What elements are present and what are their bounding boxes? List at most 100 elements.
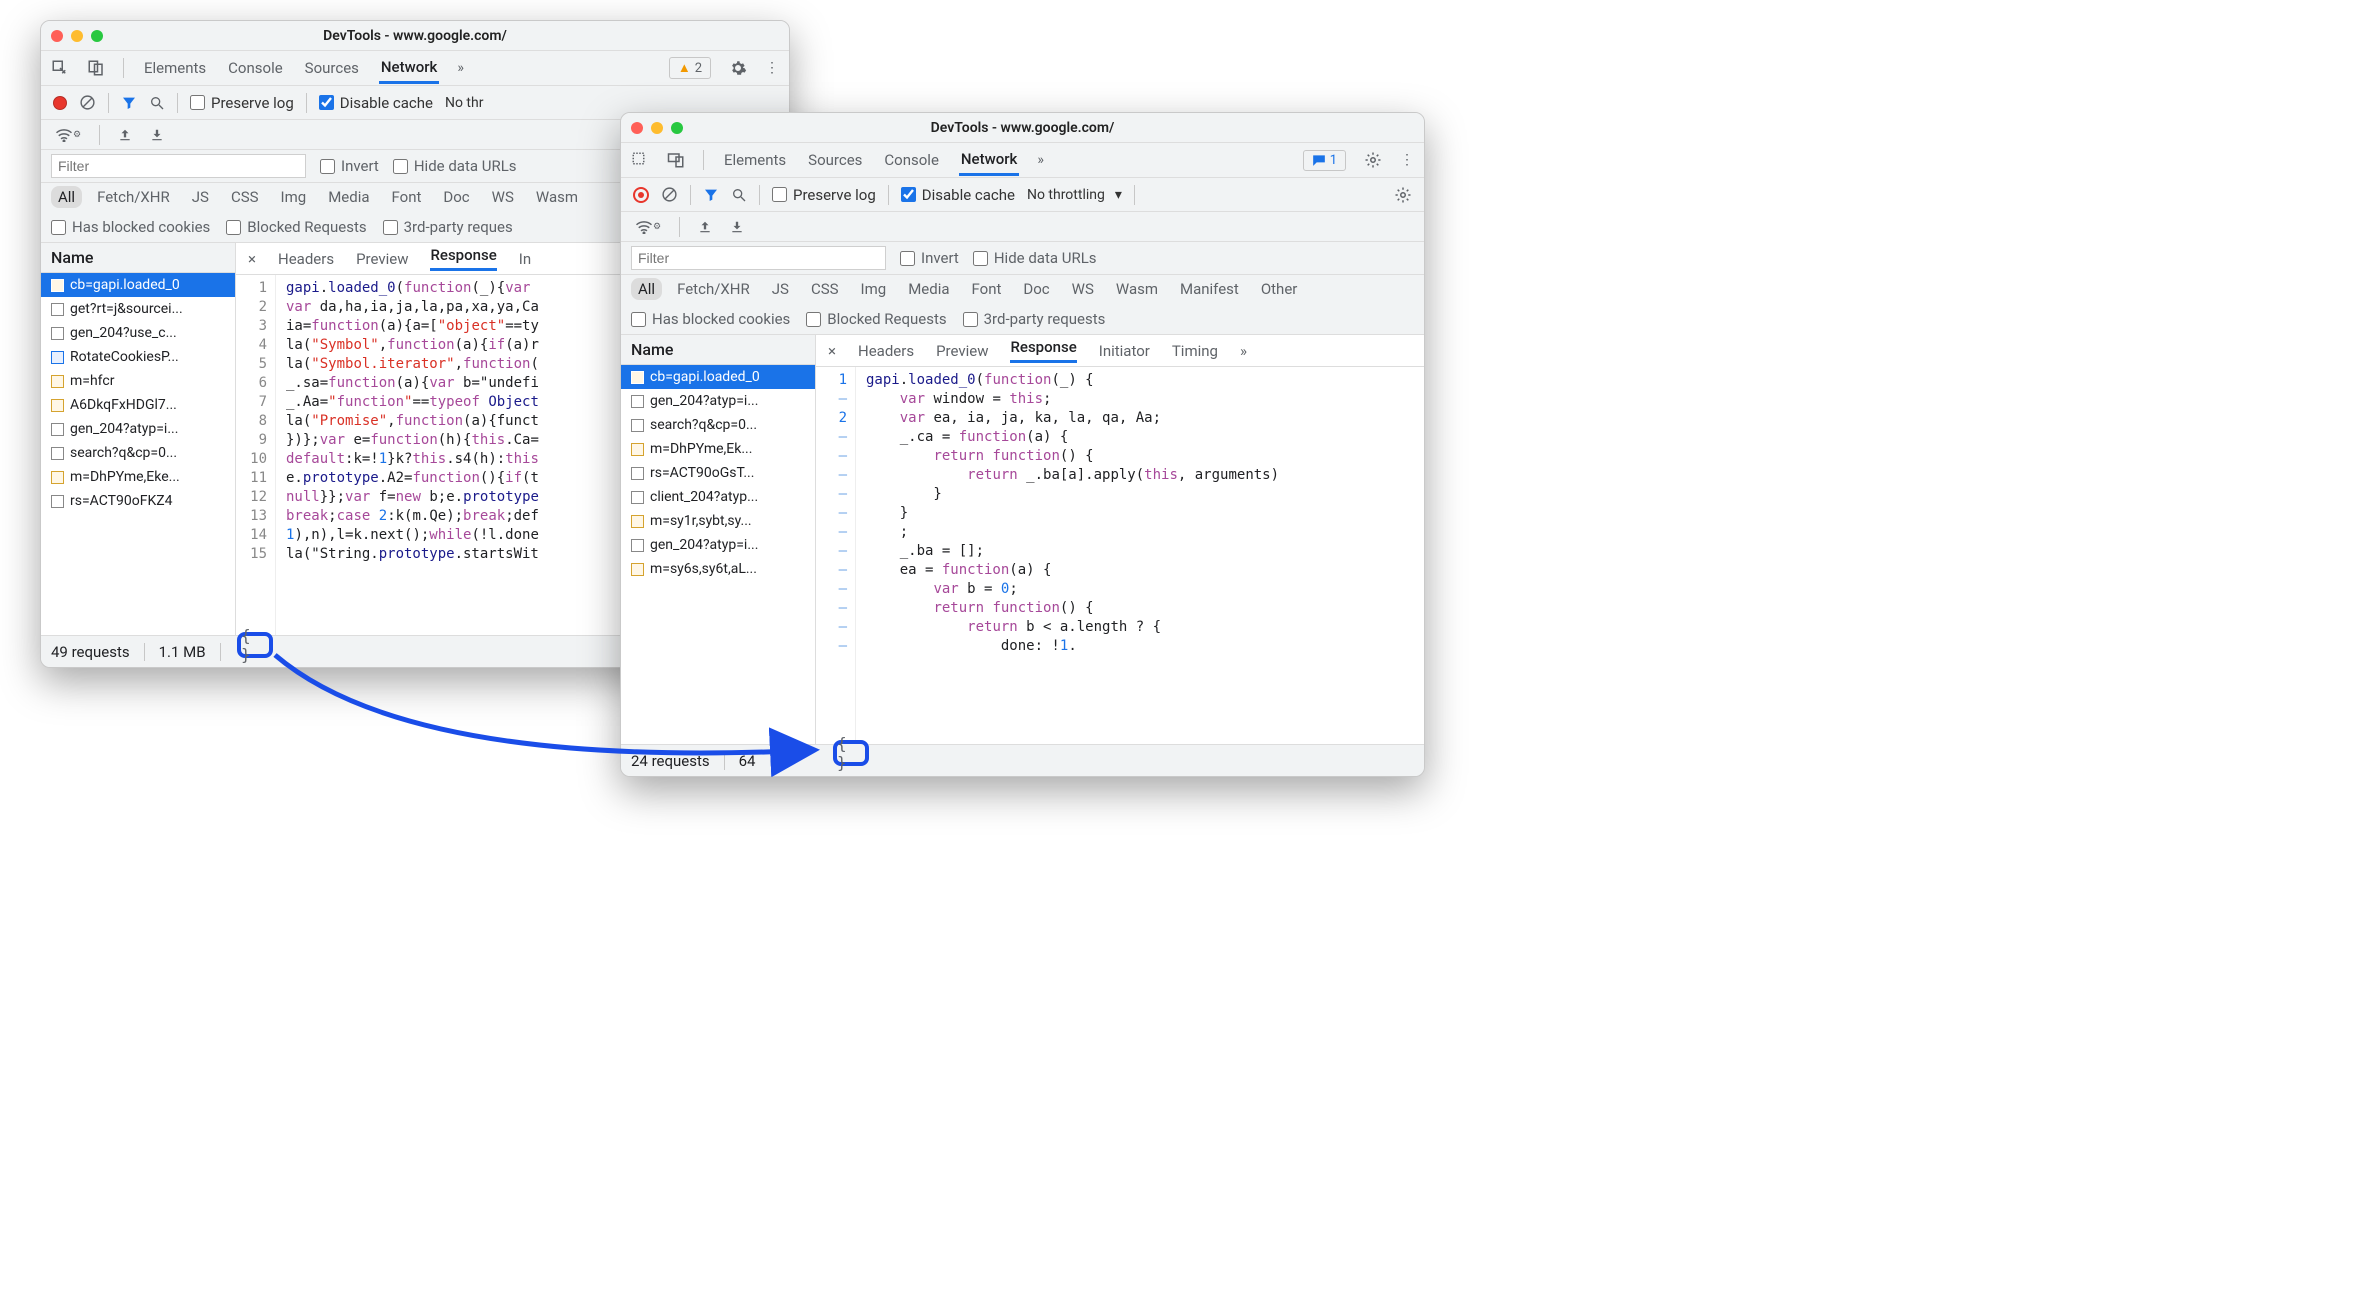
type-fetchxhr[interactable]: Fetch/XHR	[670, 278, 757, 300]
request-row[interactable]: search?q&cp=0...	[621, 413, 815, 437]
name-header[interactable]: Name	[41, 243, 235, 273]
type-wasm[interactable]: Wasm	[529, 186, 585, 208]
tab-initiator[interactable]: In	[519, 250, 531, 268]
preserve-log-checkbox[interactable]: Preserve log	[772, 186, 876, 204]
type-manifest[interactable]: Manifest	[1173, 278, 1246, 300]
clear-icon[interactable]	[79, 94, 96, 111]
close-icon[interactable]: ×	[828, 342, 836, 360]
invert-checkbox[interactable]: Invert	[320, 157, 379, 175]
type-other[interactable]: Other	[1254, 278, 1305, 300]
type-img[interactable]: Img	[854, 278, 894, 300]
type-fetchxhr[interactable]: Fetch/XHR	[90, 186, 177, 208]
tab-elements[interactable]: Elements	[722, 146, 788, 174]
request-row[interactable]: search?q&cp=0...	[41, 441, 235, 465]
type-media[interactable]: Media	[901, 278, 956, 300]
request-row[interactable]: gen_204?atyp=i...	[621, 533, 815, 557]
request-row[interactable]: get?rt=j&sourcei...	[41, 297, 235, 321]
pretty-print-button[interactable]: { }	[833, 740, 869, 766]
name-header[interactable]: Name	[621, 335, 815, 365]
tab-headers[interactable]: Headers	[278, 250, 334, 268]
issues-badge[interactable]: ▲2	[669, 57, 711, 79]
inspect-icon[interactable]	[631, 151, 649, 169]
request-row[interactable]: A6DkqFxHDGl7...	[41, 393, 235, 417]
disable-cache-checkbox[interactable]: Disable cache	[901, 186, 1015, 204]
tab-network[interactable]: Network	[959, 145, 1019, 176]
type-font[interactable]: Font	[385, 186, 429, 208]
tab-response[interactable]: Response	[1010, 338, 1076, 363]
filter-input[interactable]	[631, 246, 886, 270]
close-icon[interactable]: ×	[248, 250, 256, 268]
type-js[interactable]: JS	[765, 278, 796, 300]
type-css[interactable]: CSS	[804, 278, 846, 300]
overflow-icon[interactable]: »	[1037, 152, 1044, 168]
request-row[interactable]: m=DhPYme,Ek...	[621, 437, 815, 461]
type-ws[interactable]: WS	[485, 186, 521, 208]
filter-icon[interactable]	[703, 187, 719, 203]
tab-console[interactable]: Console	[882, 146, 941, 174]
blocked-requests-checkbox[interactable]: Blocked Requests	[226, 218, 366, 236]
request-row[interactable]: cb=gapi.loaded_0	[621, 365, 815, 389]
blocked-requests-checkbox[interactable]: Blocked Requests	[806, 310, 946, 328]
type-all[interactable]: All	[631, 278, 662, 300]
type-doc[interactable]: Doc	[436, 186, 476, 208]
type-ws[interactable]: WS	[1065, 278, 1101, 300]
messages-badge[interactable]: 1	[1303, 150, 1346, 171]
invert-checkbox[interactable]: Invert	[900, 249, 959, 267]
clear-icon[interactable]	[661, 186, 678, 203]
tab-sources[interactable]: Sources	[303, 54, 361, 82]
search-icon[interactable]	[731, 187, 747, 203]
tab-preview[interactable]: Preview	[936, 342, 988, 360]
throttling-dropdown[interactable]: No throttling▾	[1027, 187, 1122, 203]
request-row[interactable]: m=sy1r,sybt,sy...	[621, 509, 815, 533]
request-row[interactable]: gen_204?use_c...	[41, 321, 235, 345]
download-har-icon[interactable]	[730, 219, 744, 235]
record-button[interactable]	[633, 187, 649, 203]
tab-headers[interactable]: Headers	[858, 342, 914, 360]
overflow-icon[interactable]: »	[457, 60, 464, 76]
wifi-icon[interactable]: ⚙	[635, 220, 661, 234]
tab-console[interactable]: Console	[226, 54, 285, 82]
preserve-log-checkbox[interactable]: Preserve log	[190, 94, 294, 112]
request-row[interactable]: m=sy6s,sy6t,aL...	[621, 557, 815, 581]
tab-network[interactable]: Network	[379, 53, 439, 84]
request-row[interactable]: gen_204?atyp=i...	[621, 389, 815, 413]
record-button[interactable]	[53, 96, 67, 110]
throttling-dropdown[interactable]: No thr	[445, 95, 483, 111]
overflow-icon[interactable]: »	[1240, 342, 1247, 360]
code-area[interactable]: 1–2–––––––––––– gapi.loaded_0(function(_…	[816, 367, 1424, 744]
request-row[interactable]: RotateCookiesP...	[41, 345, 235, 369]
type-img[interactable]: Img	[274, 186, 314, 208]
tab-initiator[interactable]: Initiator	[1099, 342, 1150, 360]
request-row[interactable]: client_204?atyp...	[621, 485, 815, 509]
settings-icon[interactable]	[1364, 151, 1382, 169]
type-wasm[interactable]: Wasm	[1109, 278, 1165, 300]
wifi-icon[interactable]: ⚙	[55, 128, 81, 142]
request-row[interactable]: rs=ACT90oGsT...	[621, 461, 815, 485]
tab-sources[interactable]: Sources	[806, 146, 864, 174]
search-icon[interactable]	[149, 95, 165, 111]
device-toggle-icon[interactable]	[667, 151, 685, 169]
has-blocked-cookies-checkbox[interactable]: Has blocked cookies	[631, 310, 790, 328]
type-all[interactable]: All	[51, 186, 82, 208]
download-har-icon[interactable]	[150, 127, 164, 143]
has-blocked-cookies-checkbox[interactable]: Has blocked cookies	[51, 218, 210, 236]
request-row[interactable]: m=hfcr	[41, 369, 235, 393]
filter-input[interactable]	[51, 154, 306, 178]
filter-icon[interactable]	[121, 95, 137, 111]
settings-icon[interactable]	[729, 59, 747, 77]
inspect-icon[interactable]	[51, 59, 69, 77]
hide-data-urls-checkbox[interactable]: Hide data URLs	[973, 249, 1097, 267]
third-party-checkbox[interactable]: 3rd-party requests	[963, 310, 1106, 328]
upload-har-icon[interactable]	[118, 127, 132, 143]
type-js[interactable]: JS	[185, 186, 216, 208]
request-row[interactable]: gen_204?atyp=i...	[41, 417, 235, 441]
type-css[interactable]: CSS	[224, 186, 266, 208]
request-row[interactable]: cb=gapi.loaded_0	[41, 273, 235, 297]
pretty-print-button[interactable]: { }	[237, 632, 273, 658]
hide-data-urls-checkbox[interactable]: Hide data URLs	[393, 157, 517, 175]
type-font[interactable]: Font	[965, 278, 1009, 300]
device-toggle-icon[interactable]	[87, 59, 105, 77]
tab-timing[interactable]: Timing	[1172, 342, 1218, 360]
request-row[interactable]: rs=ACT90oFKZ4	[41, 489, 235, 513]
upload-har-icon[interactable]	[698, 219, 712, 235]
